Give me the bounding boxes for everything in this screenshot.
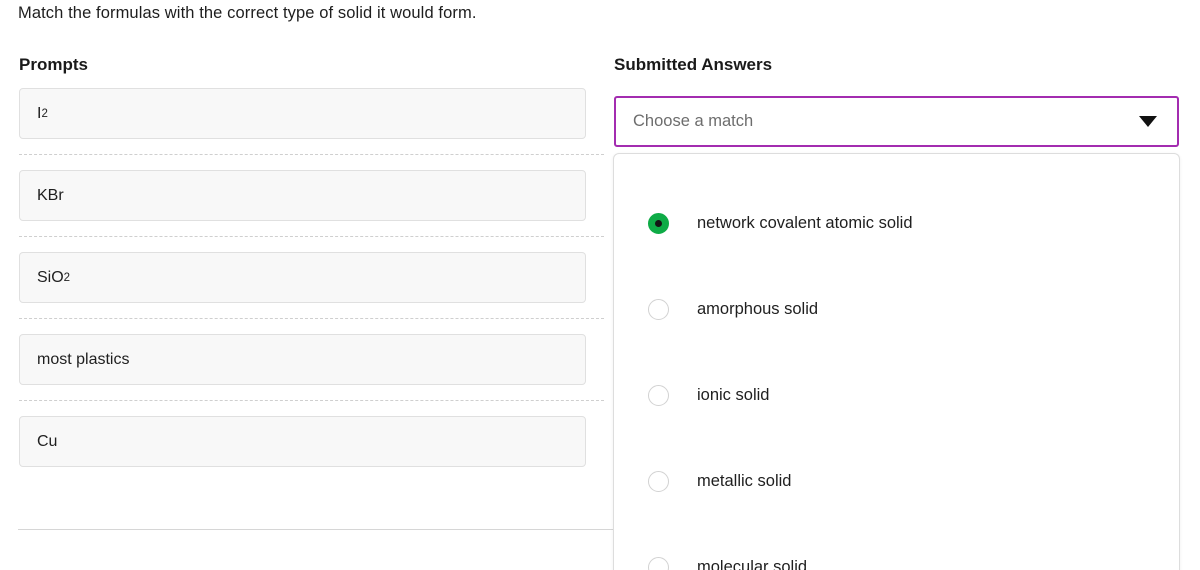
prompt-box[interactable]: KBr [19,170,586,221]
dropdown-option[interactable]: ionic solid [614,352,1179,438]
dropdown-option[interactable]: metallic solid [614,438,1179,524]
radio-selected-icon[interactable] [648,212,669,234]
dropdown-option-label: amorphous solid [697,299,819,318]
match-select-placeholder: Choose a match [633,112,754,130]
prompt-box[interactable]: most plastics [19,334,586,385]
prompt-label: SiO [37,268,64,286]
prompt-row: SiO 2 [0,252,610,303]
dropdown-option-label: network covalent atomic solid [697,213,913,232]
answers-column-heading: Submitted Answers [614,55,773,74]
prompt-separator [19,154,604,155]
match-select-trigger[interactable]: Choose a match [614,96,1179,147]
dropdown-option[interactable]: network covalent atomic solid [614,180,1179,266]
dropdown-option-label: ionic solid [697,385,770,404]
prompt-separator [19,400,604,401]
radio-unselected-icon[interactable] [648,556,669,570]
prompt-row: KBr [0,170,610,221]
dropdown-option-label: metallic solid [697,471,792,490]
radio-unselected-icon[interactable] [648,298,669,320]
prompts-list: I 2 KBr SiO 2 most plastics Cu [0,88,610,467]
radio-dot [655,219,662,227]
matching-question-panel: Match the formulas with the correct type… [0,0,1200,570]
dropdown-option-label: molecular solid [697,557,808,570]
prompt-row: I2 [0,88,610,139]
prompt-box[interactable]: I2 [19,88,586,139]
dropdown-option[interactable]: molecular solid [614,524,1179,570]
prompt-separator [19,236,604,237]
radio-unselected-icon[interactable] [648,470,669,492]
prompt-row: Cu [0,416,610,467]
prompt-label: KBr [37,186,64,204]
prompt-label: most plastics [37,350,130,368]
chevron-down-icon[interactable] [1139,116,1157,127]
prompt-label: Cu [37,432,58,450]
prompt-box[interactable]: SiO 2 [19,252,586,303]
dropdown-option[interactable]: amorphous solid [614,266,1179,352]
radio-unselected-icon[interactable] [648,384,669,406]
prompt-separator [19,318,604,319]
prompts-column-heading: Prompts [19,55,88,74]
match-dropdown-panel[interactable]: network covalent atomic solid amorphous s… [613,153,1180,570]
question-prompt-text: Match the formulas with the correct type… [18,4,477,22]
prompts-bottom-divider [18,529,613,530]
prompt-box[interactable]: Cu [19,416,586,467]
prompt-row: most plastics [0,334,610,385]
